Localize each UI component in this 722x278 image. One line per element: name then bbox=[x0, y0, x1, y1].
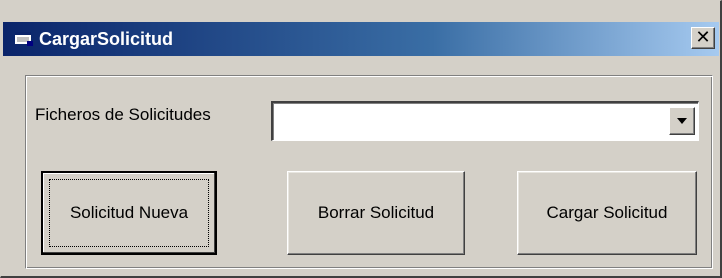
load-request-button[interactable]: Cargar Solicitud bbox=[517, 171, 697, 255]
files-label: Ficheros de Solicitudes bbox=[35, 105, 211, 124]
close-button[interactable]: ✕ bbox=[691, 27, 715, 49]
new-request-label: Solicitud Nueva bbox=[69, 203, 189, 222]
delete-request-button[interactable]: Borrar Solicitud bbox=[287, 171, 465, 255]
load-request-label: Cargar Solicitud bbox=[546, 203, 668, 222]
dialog-window: CargarSolicitud ✕ Ficheros de Solicitude… bbox=[0, 0, 722, 278]
delete-request-label: Borrar Solicitud bbox=[317, 203, 435, 222]
close-icon: ✕ bbox=[695, 27, 711, 48]
new-request-button[interactable]: Solicitud Nueva bbox=[41, 171, 217, 255]
window-title: CargarSolicitud bbox=[39, 29, 174, 49]
files-combobox[interactable] bbox=[271, 101, 699, 141]
app-window-icon bbox=[15, 32, 33, 46]
chevron-down-icon[interactable] bbox=[669, 107, 695, 135]
title-bar[interactable]: CargarSolicitud ✕ bbox=[3, 22, 719, 56]
